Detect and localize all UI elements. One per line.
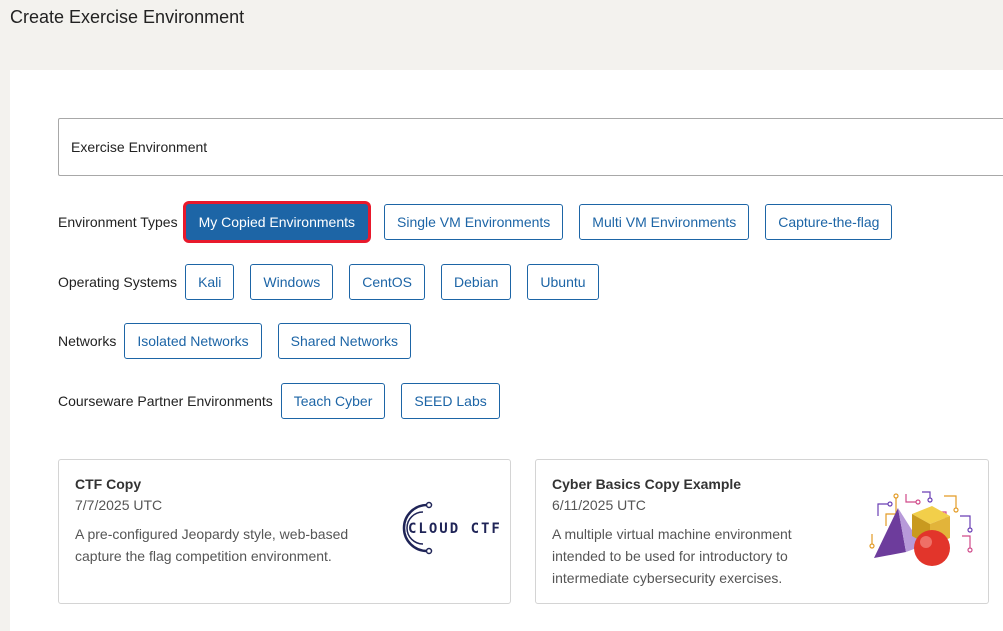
chip-kali[interactable]: Kali — [185, 264, 235, 300]
chip-ubuntu[interactable]: Ubuntu — [527, 264, 599, 300]
card-date: 7/7/2025 UTC — [75, 497, 163, 513]
card-description: A pre-configured Jeopardy style, web-bas… — [75, 526, 349, 564]
chip-debian[interactable]: Debian — [441, 264, 512, 300]
page-title: Create Exercise Environment — [10, 7, 245, 27]
chip-centos[interactable]: CentOS — [349, 264, 426, 300]
chip-capture-the-flag[interactable]: Capture-the-flag — [765, 204, 893, 240]
networks-row: Networks Isolated Networks Shared Networ… — [58, 323, 412, 359]
courseware-label: Courseware Partner Environments — [58, 393, 273, 409]
chip-single-vm-environments[interactable]: Single VM Environments — [384, 204, 564, 240]
geometric-shapes-logo-icon — [866, 486, 976, 581]
environment-card-cyber-basics[interactable]: Cyber Basics Copy Example 6/11/2025 UTC … — [535, 459, 989, 604]
chip-shared-networks[interactable]: Shared Networks — [277, 323, 412, 359]
cloud-ctf-logo-icon: CLOUD CTF — [389, 498, 501, 563]
chip-windows[interactable]: Windows — [250, 264, 334, 300]
chip-teach-cyber[interactable]: Teach Cyber — [280, 383, 386, 419]
card-date: 6/11/2025 UTC — [552, 497, 646, 513]
chip-my-copied-environments[interactable]: My Copied Environments — [185, 204, 368, 240]
main-panel: Environment Types My Copied Environments… — [10, 70, 1003, 631]
card-description: A multiple virtual machine environment i… — [552, 526, 792, 586]
networks-label: Networks — [58, 333, 117, 349]
environment-card-ctf-copy[interactable]: CTF Copy 7/7/2025 UTC A pre-configured J… — [58, 459, 511, 604]
card-title: CTF Copy — [75, 476, 142, 492]
chip-seed-labs[interactable]: SEED Labs — [401, 383, 500, 419]
environment-search-input[interactable] — [58, 118, 1003, 176]
chip-multi-vm-environments[interactable]: Multi VM Environments — [579, 204, 750, 240]
chip-isolated-networks[interactable]: Isolated Networks — [124, 323, 262, 359]
operating-systems-label: Operating Systems — [58, 274, 178, 290]
environment-types-label: Environment Types — [58, 214, 178, 230]
card-title: Cyber Basics Copy Example — [552, 476, 742, 492]
environment-types-row: Environment Types My Copied Environments… — [58, 204, 893, 240]
courseware-row: Courseware Partner Environments Teach Cy… — [58, 383, 500, 419]
operating-systems-row: Operating Systems Kali Windows CentOS De… — [58, 264, 599, 300]
